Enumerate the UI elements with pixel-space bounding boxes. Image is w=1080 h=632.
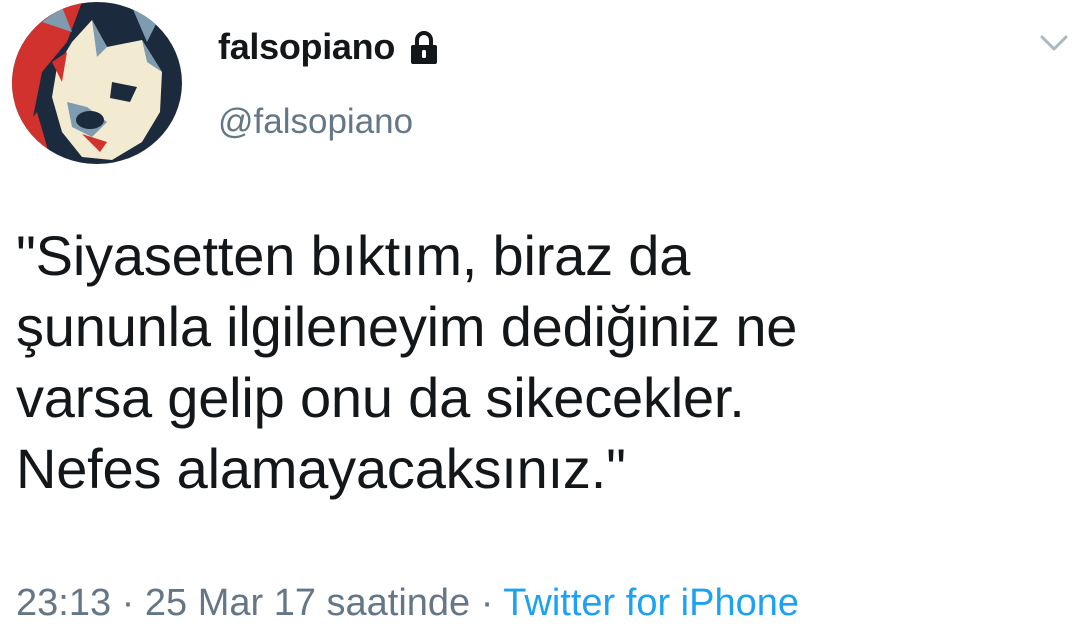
meta-separator: · [121,582,135,624]
tweet-text-line: Nefes alamayacaksınız." [16,437,626,500]
tweet-time[interactable]: 23:13 [16,582,111,624]
tweet-source-link[interactable]: Twitter for iPhone [503,582,799,624]
chevron-down-icon[interactable] [1034,28,1074,58]
lock-icon [409,31,439,65]
avatar[interactable] [12,2,182,164]
tweet-date[interactable]: 25 Mar 17 saatinde [145,582,470,624]
meta-separator: · [480,582,494,624]
tweet-meta: 23:13 · 25 Mar 17 saatinde · Twitter for… [16,582,799,625]
user-handle[interactable]: @falsopiano [218,102,413,142]
display-name-row[interactable]: falsopiano [218,26,439,68]
display-name[interactable]: falsopiano [218,26,395,68]
tweet-text-line: şununla ilgileneyim dediğiniz ne [16,295,798,358]
tweet-text: "Siyasetten bıktım, biraz da şununla ilg… [16,220,1046,504]
tweet-card: falsopiano @falsopiano "Siyasetten bıktı… [0,0,1080,632]
dog-avatar-image [12,2,182,164]
tweet-text-line: varsa gelip onu da sikecekler. [16,366,745,429]
tweet-text-line: "Siyasetten bıktım, biraz da [16,224,691,287]
